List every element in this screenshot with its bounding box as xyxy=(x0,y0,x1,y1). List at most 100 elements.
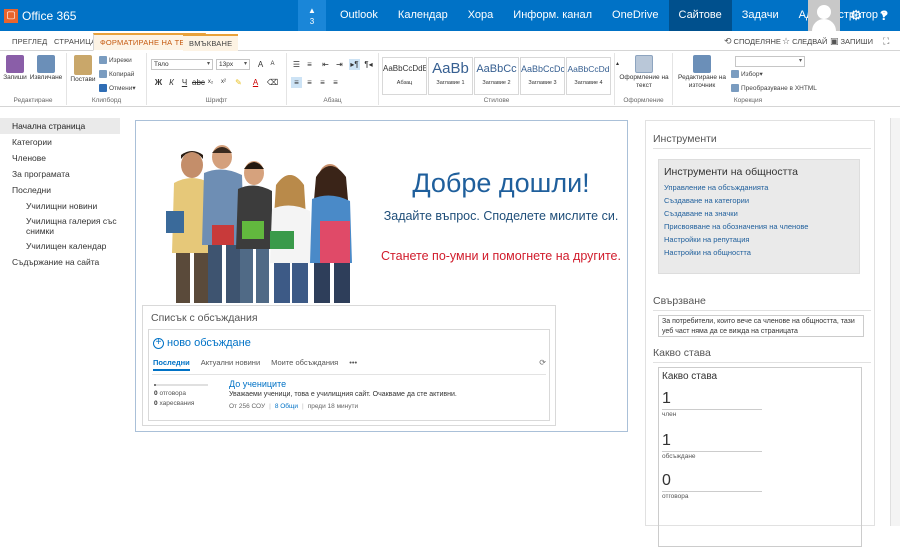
nav-recent[interactable]: Последни xyxy=(0,182,130,198)
stat-discussions: 1 обсъждане xyxy=(662,432,762,460)
clear-format-icon[interactable]: ⌫ xyxy=(267,77,278,88)
numbering-icon[interactable]: ≡ xyxy=(304,59,315,70)
paste-button[interactable]: Постави xyxy=(70,55,96,84)
font-size-select[interactable]: 13px xyxy=(216,59,250,70)
grow-font-icon[interactable]: A xyxy=(255,59,266,70)
indent-icon[interactable]: ⇥ xyxy=(334,59,345,70)
join-title: Свързване xyxy=(653,295,871,311)
subscript-icon[interactable]: x₂ xyxy=(205,77,216,88)
page-scrollbar[interactable] xyxy=(890,118,900,526)
students-image xyxy=(166,145,352,303)
tool-community-settings[interactable]: Настройки на общността xyxy=(659,246,859,259)
tool-manage-discussions[interactable]: Управление на обсъжданията xyxy=(659,181,859,194)
tab-insert[interactable]: ВМЪКВАНЕ xyxy=(183,34,239,51)
nav-school-news[interactable]: Училищни новини xyxy=(0,198,130,214)
underline-icon[interactable]: Ч xyxy=(179,77,190,88)
group-clipboard: Постави Изрежи Копирай Отмени ▾ Клипборд xyxy=(67,53,147,105)
style-paragraph[interactable]: AaBbCcDdE Абзац xyxy=(382,57,427,95)
bold-icon[interactable]: Ж xyxy=(153,77,164,88)
nav-categories[interactable]: Категории xyxy=(0,134,130,150)
nav-people[interactable]: Хора xyxy=(458,0,504,31)
copy-icon xyxy=(99,70,107,78)
select-icon xyxy=(731,70,739,78)
follow-label: СЛЕДВАЙ xyxy=(792,37,828,46)
font-color-icon[interactable]: A xyxy=(250,77,261,88)
markup-style-select[interactable] xyxy=(735,56,805,67)
nav-newsfeed[interactable]: Информ. канал xyxy=(503,0,602,31)
author-link[interactable]: 256 СОУ xyxy=(239,403,265,410)
outdent-icon[interactable]: ⇤ xyxy=(320,59,331,70)
rtl-icon[interactable]: ¶◂ xyxy=(363,59,374,70)
ltr-icon[interactable]: ▸¶ xyxy=(349,59,360,70)
tool-assign-badges[interactable]: Присвояване на обозначения на членове xyxy=(659,220,859,233)
italic-icon[interactable]: К xyxy=(166,77,177,88)
focus-icon[interactable]: ⛶ xyxy=(883,36,891,47)
gear-icon[interactable]: ⚙ xyxy=(842,0,870,31)
align-center-icon[interactable]: ≡ xyxy=(304,77,315,88)
tool-reputation-settings[interactable]: Настройки на репутация xyxy=(659,233,859,246)
style-heading-4[interactable]: AaBbCcDd Заглавие 4 xyxy=(566,57,611,95)
group-label: Оформление xyxy=(623,97,664,104)
tab-whats-hot[interactable]: Актуални новини xyxy=(201,358,260,371)
likes-stat: 0 харесвания xyxy=(154,400,195,407)
bullets-icon[interactable]: ☰ xyxy=(291,59,302,70)
save-icon: ▣ xyxy=(830,36,839,46)
cut-button[interactable]: Изрежи xyxy=(99,56,132,64)
undo-button[interactable]: Отмени ▾ xyxy=(99,84,136,92)
discussion-list: + ново обсъждане Последни Актуални новин… xyxy=(148,329,550,421)
nav-onedrive[interactable]: OneDrive xyxy=(602,0,668,31)
more-icon[interactable]: ••• xyxy=(349,358,357,371)
align-right-icon[interactable]: ≡ xyxy=(317,77,328,88)
discussion-body: Уважаеми ученици, това е училищния сайт.… xyxy=(229,391,457,398)
office-icon: ▢ xyxy=(4,8,18,23)
nav-about[interactable]: За програмата xyxy=(0,166,130,182)
tool-create-badges[interactable]: Създаване на значки xyxy=(659,207,859,220)
discussion-title-link[interactable]: До учениците xyxy=(229,379,286,389)
shrink-font-icon[interactable]: A xyxy=(267,59,278,70)
nav-site-contents[interactable]: Съдържание на сайта xyxy=(0,254,130,270)
bell-icon: ▲ xyxy=(308,6,316,15)
category-link[interactable]: 8 Общи xyxy=(275,403,298,410)
nav-outlook[interactable]: Outlook xyxy=(330,0,388,31)
nav-school-calendar[interactable]: Училищен календар xyxy=(0,238,130,254)
nav-members[interactable]: Членове xyxy=(0,150,130,166)
nav-calendar[interactable]: Календар xyxy=(388,0,458,31)
tab-browse[interactable]: ПРЕГЛЕД xyxy=(6,34,53,51)
tab-my-discussions[interactable]: Моите обсъждания xyxy=(271,358,338,371)
nav-tasks[interactable]: Задачи xyxy=(732,0,789,31)
stat-members: 1 член xyxy=(662,390,762,418)
checkout-button[interactable]: Извличане xyxy=(29,55,63,82)
style-heading-1[interactable]: AaBb Заглавие 1 xyxy=(428,57,473,95)
tool-create-categories[interactable]: Създаване на категории xyxy=(659,194,859,207)
superscript-icon[interactable]: x² xyxy=(218,77,229,88)
text-layout-button[interactable]: Оформление на текст xyxy=(617,55,671,90)
select-button[interactable]: Избор ▾ xyxy=(731,70,763,78)
follow-button[interactable]: ☆ СЛЕДВАЙ xyxy=(782,36,827,47)
edit-source-button[interactable]: Редактиране на източник xyxy=(676,55,728,90)
new-discussion-button[interactable]: + ново обсъждане xyxy=(153,337,251,349)
group-layout: Оформление на текст Оформление xyxy=(615,53,673,105)
notifications-button[interactable]: ▲ 3 xyxy=(298,0,326,31)
nav-sites[interactable]: Сайтове xyxy=(668,0,732,31)
highlight-icon[interactable]: ✎ xyxy=(233,77,244,88)
tab-recent[interactable]: Последни xyxy=(153,358,190,371)
style-heading-2[interactable]: AaBbCc Заглавие 2 xyxy=(474,57,519,95)
avatar[interactable] xyxy=(808,0,840,31)
save-top-button[interactable]: ▣ ЗАПИШИ xyxy=(830,36,873,47)
share-button[interactable]: ⟲ СПОДЕЛЯНЕ xyxy=(724,36,781,47)
office365-logo[interactable]: ▢ Office 365 xyxy=(0,0,82,31)
convert-xhtml-button[interactable]: Преобразуване в XHTML xyxy=(731,84,817,92)
nav-school-gallery[interactable]: Училищна галерия със снимки xyxy=(0,214,120,238)
strikethrough-icon[interactable]: abc xyxy=(192,77,205,88)
justify-icon[interactable]: ≡ xyxy=(330,77,341,88)
align-left-icon[interactable]: ≡ xyxy=(291,77,302,88)
community-tools-title: Инструменти на общността xyxy=(664,166,798,178)
help-icon[interactable]: ? xyxy=(870,0,898,31)
copy-button[interactable]: Копирай xyxy=(99,70,134,78)
right-webpart-zone: Инструменти Инструменти на общността Упр… xyxy=(645,120,875,547)
refresh-icon[interactable]: ⟳ xyxy=(539,358,546,367)
style-heading-3[interactable]: AaBbCcDc Заглавие 3 xyxy=(520,57,565,95)
nav-home[interactable]: Начална страница xyxy=(0,118,120,134)
font-name-select[interactable]: Тяло xyxy=(151,59,213,70)
save-button[interactable]: Запиши xyxy=(3,55,27,82)
